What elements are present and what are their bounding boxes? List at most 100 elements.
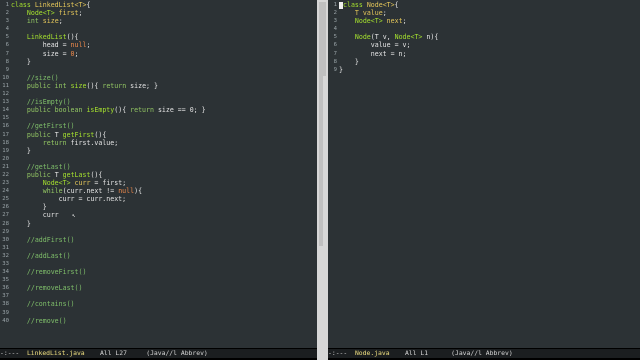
code-line[interactable]: class Node<T>{ [339, 1, 438, 9]
code-token: value = v; [339, 41, 411, 50]
code-line[interactable] [11, 228, 206, 236]
code-line[interactable]: } [11, 220, 206, 228]
code-line[interactable]: LinkedList(){ [11, 33, 206, 41]
code-line[interactable]: //getLast() [11, 163, 206, 171]
code-line[interactable]: Node<T> next; [339, 17, 438, 25]
code-line[interactable]: size = 0; [11, 50, 206, 58]
right-major-mode[interactable]: (Java//l Abbrev) [451, 349, 513, 357]
code-line[interactable]: T value; [339, 9, 438, 17]
code-line[interactable]: next = n; [339, 50, 438, 58]
code-line[interactable]: curr = curr.next; [11, 195, 206, 203]
code-line[interactable] [11, 244, 206, 252]
right-buffer-name[interactable]: Node.java [355, 349, 390, 357]
code-line[interactable]: } [11, 203, 206, 211]
left-major-mode[interactable]: (Java//l Abbrev) [146, 349, 208, 357]
code-line[interactable] [11, 155, 206, 163]
code-line[interactable]: return first.value; [11, 139, 206, 147]
code-line[interactable] [11, 90, 206, 98]
code-token: size = [11, 49, 71, 58]
code-line[interactable]: //addFirst() [11, 236, 206, 244]
code-line[interactable]: class LinkedList<T>{ [11, 1, 206, 9]
code-line[interactable]: Node<T> curr = first; [11, 179, 206, 187]
line-number: 5 [333, 34, 337, 41]
code-token: (T v, [370, 33, 395, 42]
code-token: T [50, 130, 63, 139]
code-line[interactable] [11, 25, 206, 33]
code-token: //remove() [26, 316, 67, 325]
code-token: Node<T> [366, 1, 395, 9]
code-token: Node<T> [42, 179, 71, 188]
line-number: 34 [2, 269, 9, 276]
code-line[interactable]: curr [11, 211, 206, 219]
code-line[interactable] [339, 25, 438, 33]
code-token: } [11, 57, 31, 66]
mouse-cursor-icon: ↖ [72, 212, 76, 219]
code-line[interactable]: } [11, 147, 206, 155]
code-line[interactable]: int size; [11, 17, 206, 25]
left-code-area[interactable]: class LinkedList<T>{ Node<T> first; int … [11, 1, 206, 325]
code-line[interactable]: } [339, 58, 438, 66]
code-line[interactable]: while(curr.next != null){ [11, 187, 206, 195]
line-number: 14 [2, 107, 9, 114]
code-line[interactable] [11, 292, 206, 300]
code-line[interactable]: public boolean isEmpty(){ return size ==… [11, 106, 206, 114]
code-token: Node [354, 33, 371, 42]
right-code-area[interactable]: class Node<T>{ T value; Node<T> next; No… [339, 1, 438, 74]
code-line[interactable]: } [11, 58, 206, 66]
code-line[interactable] [11, 66, 206, 74]
code-line[interactable] [11, 309, 206, 317]
code-line[interactable]: Node(T v, Node<T> n){ [339, 33, 438, 41]
code-line[interactable]: Node<T> first; [11, 9, 206, 17]
code-line[interactable]: //size() [11, 74, 206, 82]
code-token: ; [402, 17, 407, 26]
code-token: next [386, 17, 403, 26]
code-line[interactable]: //removeFirst() [11, 268, 206, 276]
right-scrollbar[interactable] [322, 2, 326, 76]
code-line[interactable]: head = null; [11, 41, 206, 49]
left-mode-line: -:--- LinkedList.java All L27 (Java//l A… [0, 349, 317, 358]
code-token: size == 0; } [153, 106, 206, 115]
code-line[interactable]: public T getFirst(){ [11, 131, 206, 139]
line-number: 1 [333, 2, 337, 8]
left-mode-prefix: -:--- [0, 349, 27, 357]
code-token: while [42, 187, 63, 196]
code-line[interactable]: public int size(){ return size; } [11, 82, 206, 90]
line-number: 3 [333, 18, 337, 25]
code-line[interactable] [11, 276, 206, 284]
code-line[interactable]: } [339, 66, 438, 74]
code-token: curr [74, 179, 91, 188]
code-token: public int [26, 81, 67, 90]
code-line[interactable]: //remove() [11, 317, 206, 325]
line-number: 7 [333, 50, 337, 57]
code-line[interactable]: value = v; [339, 41, 438, 49]
code-line[interactable] [11, 260, 206, 268]
code-token: ; [74, 49, 79, 58]
line-number: 11 [2, 82, 9, 89]
line-number: 4 [5, 26, 9, 33]
line-number: 17 [2, 131, 9, 138]
line-number: 1 [5, 2, 9, 8]
left-buffer-name[interactable]: LinkedList.java [27, 349, 85, 357]
code-line[interactable]: //contains() [11, 300, 206, 308]
code-token: n){ [422, 33, 439, 42]
code-token: return [130, 106, 154, 115]
code-line[interactable]: //isEmpty() [11, 98, 206, 106]
code-line[interactable]: //addLast() [11, 252, 206, 260]
code-token: LinkedList [26, 33, 67, 42]
code-line[interactable]: public T getLast(){ [11, 171, 206, 179]
line-number: 2 [333, 10, 337, 17]
code-line[interactable] [11, 114, 206, 122]
code-line[interactable]: //getFirst() [11, 122, 206, 130]
line-number: 37 [2, 293, 9, 300]
left-editor-pane[interactable]: 1 2 3 4 5 6 7 8 9 10 11 12 13 14 15 16 17 18 19 20 21 22 23 24 2… [0, 0, 317, 348]
right-editor-pane[interactable]: 123456789 class Node<T>{ T value; Node<T… [328, 0, 640, 348]
line-number: 18 [2, 139, 9, 146]
code-line[interactable]: //removeLast() [11, 284, 206, 292]
line-number: 16 [2, 123, 9, 130]
